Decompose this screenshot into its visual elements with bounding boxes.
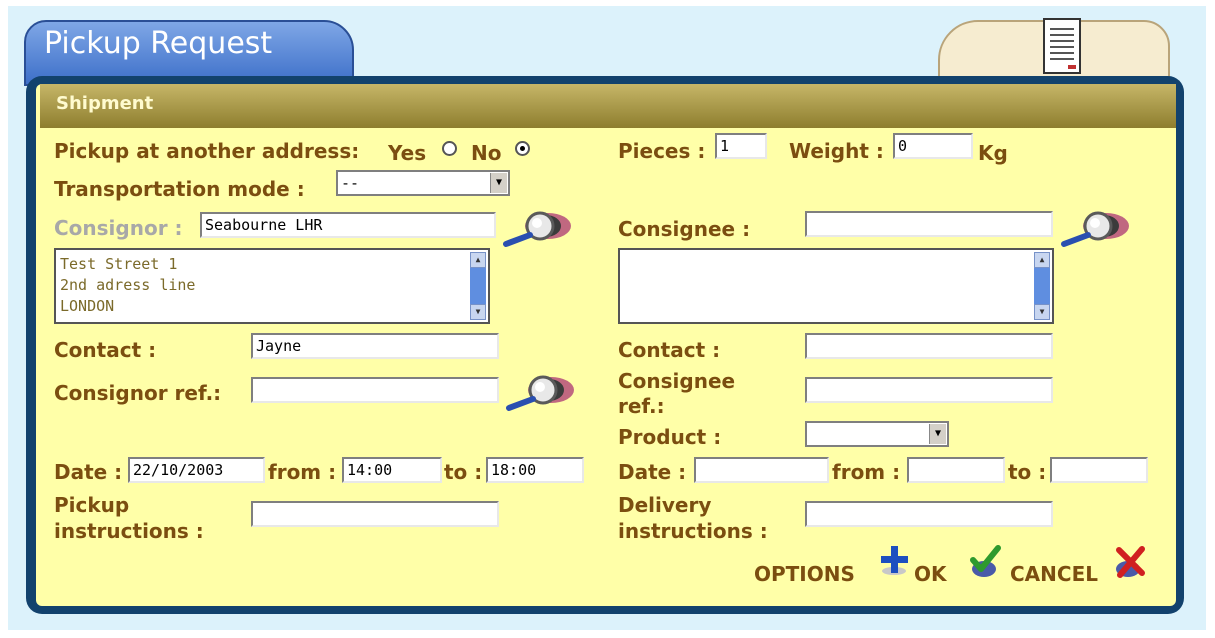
delivery-instructions-label-2: instructions : bbox=[618, 519, 768, 543]
consignee-label: Consignee : bbox=[618, 217, 751, 241]
delivery-instructions-input[interactable] bbox=[805, 501, 1053, 527]
consignee-ref-label-1: Consignee bbox=[618, 369, 736, 393]
checkmark-icon[interactable] bbox=[968, 545, 1002, 579]
address-line: LONDON bbox=[60, 297, 115, 315]
pickup-to-input[interactable]: 18:00 bbox=[486, 457, 584, 483]
delivery-instructions-label-1: Delivery bbox=[618, 493, 712, 517]
cancel-x-icon[interactable] bbox=[1114, 545, 1148, 579]
pickup-date-label: Date : bbox=[54, 460, 123, 484]
consignee-address-textarea[interactable]: ▲ ▼ bbox=[618, 248, 1054, 324]
product-select[interactable]: ▼ bbox=[805, 421, 949, 447]
pickup-address-label: Pickup at another address: bbox=[54, 139, 360, 163]
yes-label: Yes bbox=[388, 141, 427, 165]
delivery-from-label: from : bbox=[832, 460, 901, 484]
address-line: 2nd adress line bbox=[60, 276, 196, 294]
delivery-to-input[interactable] bbox=[1050, 457, 1148, 483]
transport-mode-select[interactable]: -- ▼ bbox=[336, 170, 510, 196]
consignor-ref-input[interactable] bbox=[251, 377, 499, 403]
pickup-date-input[interactable]: 22/10/2003 bbox=[128, 457, 265, 483]
transport-mode-label: Transportation mode : bbox=[54, 177, 305, 201]
consignor-search-icon[interactable] bbox=[500, 206, 572, 248]
weight-unit: Kg bbox=[978, 141, 1008, 165]
pickup-to-label: to : bbox=[444, 460, 483, 484]
consignor-ref-label: Consignor ref.: bbox=[54, 381, 222, 405]
pieces-label: Pieces : bbox=[618, 139, 706, 163]
chevron-down-icon[interactable]: ▼ bbox=[929, 424, 946, 444]
pickup-instructions-label-2: instructions : bbox=[54, 519, 204, 543]
consignee-contact-label: Contact : bbox=[618, 338, 721, 362]
consignor-label: Consignor : bbox=[54, 216, 183, 240]
delivery-date-input[interactable] bbox=[694, 457, 829, 483]
no-radio[interactable] bbox=[515, 141, 530, 156]
plus-icon[interactable] bbox=[878, 543, 912, 577]
ok-button[interactable]: OK bbox=[914, 562, 947, 586]
options-button[interactable]: OPTIONS bbox=[754, 562, 855, 586]
consignor-ref-search-icon[interactable] bbox=[503, 370, 575, 412]
consignee-contact-input[interactable] bbox=[805, 333, 1053, 359]
no-label: No bbox=[471, 141, 502, 165]
address-scrollbar[interactable]: ▲ ▼ bbox=[470, 252, 486, 320]
consignee-search-icon[interactable] bbox=[1058, 206, 1130, 248]
weight-label: Weight : bbox=[789, 139, 884, 163]
consignee-input[interactable] bbox=[805, 211, 1053, 237]
pickup-from-label: from : bbox=[268, 460, 337, 484]
contact-input[interactable]: Jayne bbox=[251, 333, 499, 359]
delivery-date-label: Date : bbox=[618, 460, 687, 484]
yes-radio[interactable] bbox=[442, 141, 457, 156]
product-label: Product : bbox=[618, 425, 722, 449]
transport-mode-value: -- bbox=[341, 174, 360, 192]
contact-label: Contact : bbox=[54, 338, 157, 362]
consignor-input[interactable]: Seabourne LHR bbox=[200, 212, 496, 238]
pickup-from-input[interactable]: 14:00 bbox=[342, 457, 442, 483]
pickup-instructions-label-1: Pickup bbox=[54, 493, 130, 517]
section-header bbox=[40, 84, 1176, 128]
consignee-address-scrollbar[interactable]: ▲ ▼ bbox=[1034, 252, 1050, 320]
consignee-ref-input[interactable] bbox=[805, 377, 1053, 403]
section-title: Shipment bbox=[56, 93, 154, 114]
weight-input[interactable]: 0 bbox=[893, 133, 973, 159]
consignor-address-textarea[interactable]: Test Street 1 2nd adress line LONDON ▲ ▼ bbox=[54, 248, 490, 324]
pieces-input[interactable]: 1 bbox=[715, 133, 767, 159]
chevron-down-icon[interactable]: ▼ bbox=[490, 173, 507, 193]
consignee-ref-label-2: ref.: bbox=[618, 394, 665, 418]
delivery-from-input[interactable] bbox=[907, 457, 1005, 483]
delivery-to-label: to : bbox=[1008, 460, 1047, 484]
cancel-button[interactable]: CANCEL bbox=[1010, 562, 1098, 586]
document-icon[interactable] bbox=[1043, 18, 1081, 74]
window-title: Pickup Request bbox=[44, 26, 273, 61]
pickup-instructions-input[interactable] bbox=[251, 501, 499, 527]
address-line: Test Street 1 bbox=[60, 255, 178, 273]
